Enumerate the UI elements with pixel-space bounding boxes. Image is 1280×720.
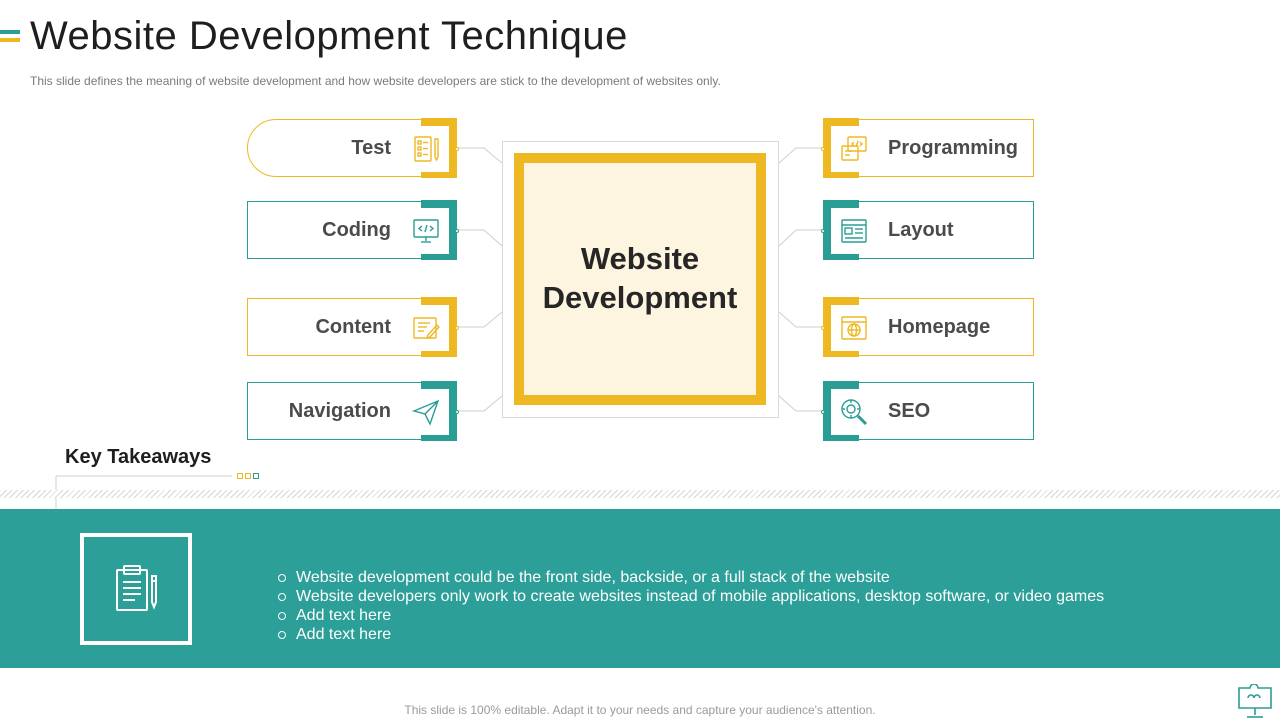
hatch-divider: [0, 490, 1280, 498]
clipboard-icon-frame: [80, 533, 192, 645]
item-homepage[interactable]: Homepage: [821, 297, 1034, 357]
list-item: Add text here: [278, 606, 1104, 625]
monitor-code-icon: [403, 208, 449, 254]
key-takeaways-title: Key Takeaways: [65, 446, 212, 468]
item-label: Test: [351, 136, 391, 159]
footer-note: This slide is 100% editable. Adapt it to…: [404, 703, 876, 717]
item-label: Content: [315, 315, 391, 338]
item-test[interactable]: Test: [247, 118, 459, 178]
page-subtitle: This slide defines the meaning of websit…: [30, 74, 721, 88]
list-item: Website developers only work to create w…: [278, 587, 1104, 606]
globe-window-icon: [831, 305, 877, 351]
document-edit-icon: [403, 305, 449, 351]
title-accent: [0, 30, 20, 46]
page-title: Website Development Technique: [30, 14, 628, 58]
magnifier-gear-icon: [831, 389, 877, 435]
item-layout[interactable]: Layout: [821, 200, 1034, 260]
item-label: Navigation: [288, 399, 391, 422]
puzzle-monitor-icon: [1238, 684, 1272, 718]
list-item: Add text here: [278, 625, 1104, 644]
decorative-squares: [237, 473, 259, 479]
item-label: Coding: [322, 218, 391, 241]
checklist-icon: [403, 126, 449, 172]
center-box: Website Development: [514, 153, 766, 405]
item-navigation[interactable]: Navigation: [247, 381, 459, 441]
item-seo[interactable]: SEO: [821, 381, 1034, 441]
layout-icon: [831, 208, 877, 254]
item-label: Layout: [888, 218, 954, 241]
item-label: Programming: [888, 136, 1019, 159]
item-label: SEO: [888, 399, 931, 422]
clipboard-icon: [116, 565, 157, 611]
list-item: Website development could be the front s…: [278, 568, 1104, 587]
takeaways-list: Website development could be the front s…: [278, 568, 1104, 644]
paper-plane-icon: [403, 389, 449, 435]
item-content[interactable]: Content: [247, 297, 459, 357]
item-programming[interactable]: Programming: [821, 118, 1034, 178]
center-label: Website Development: [542, 241, 738, 315]
code-window-icon: [831, 126, 877, 172]
item-label: Homepage: [888, 315, 991, 338]
item-coding[interactable]: Coding: [247, 200, 459, 260]
